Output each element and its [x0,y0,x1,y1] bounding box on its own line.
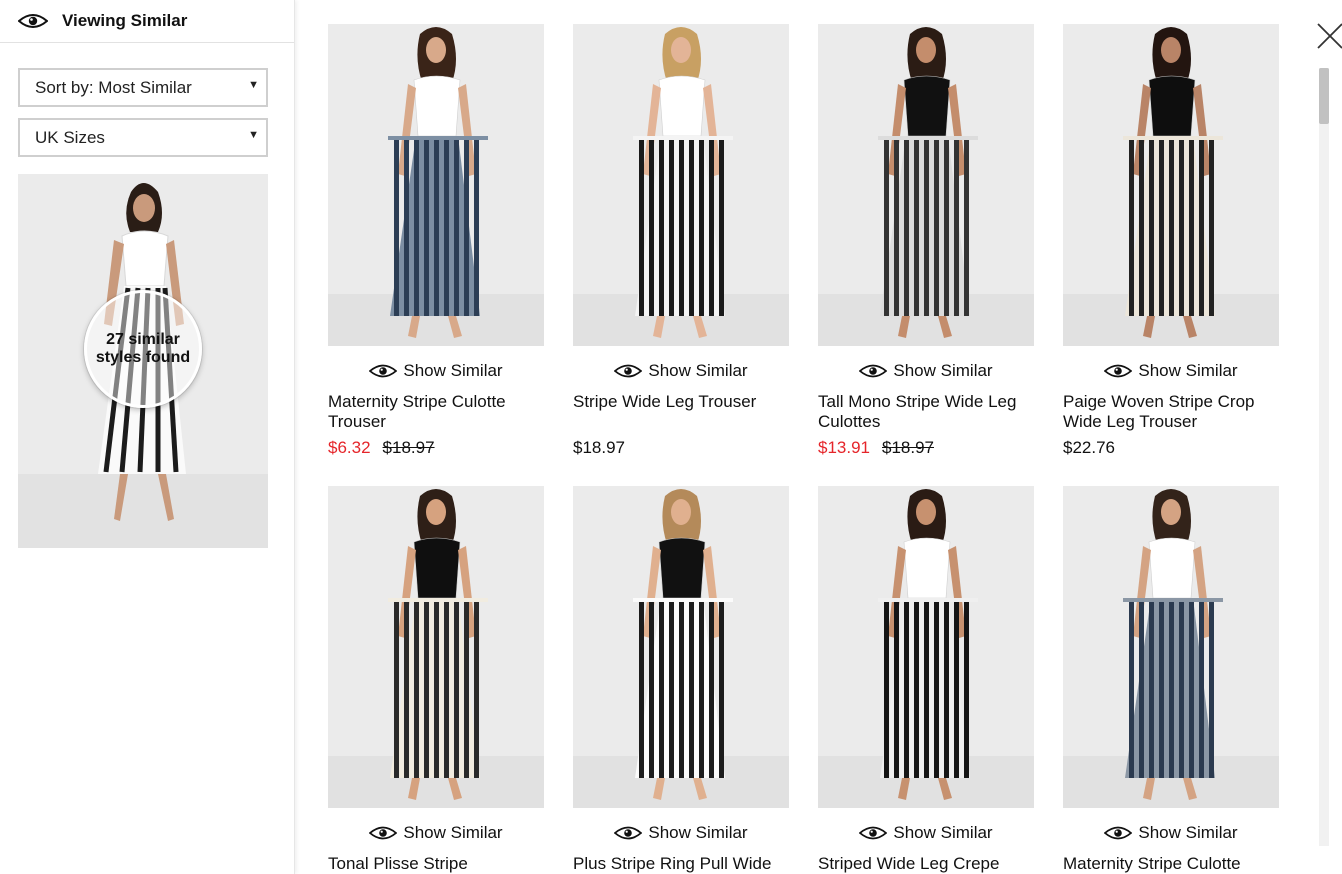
show-similar-button[interactable]: Show Similar [818,346,1034,392]
product-card[interactable]: Show Similar Plus Stripe Ring Pull Wide [573,486,789,874]
show-similar-button[interactable]: Show Similar [1063,808,1279,854]
show-similar-label: Show Similar [1138,361,1238,380]
product-card[interactable]: Show Similar Striped Wide Leg Crepe [818,486,1034,874]
show-similar-button[interactable]: Show Similar [818,808,1034,854]
close-icon[interactable] [1308,18,1342,52]
scrollbar[interactable] [1319,68,1329,846]
eye-icon [859,826,888,840]
badge-line-2: styles found [95,349,191,366]
price-row: $18.97 [573,438,789,458]
product-name[interactable]: Plus Stripe Ring Pull Wide [573,854,789,874]
show-similar-button[interactable]: Show Similar [328,808,544,854]
product-card[interactable]: Show Similar Maternity Stripe Culotte Tr… [328,24,544,458]
sort-select[interactable]: Sort by: Most Similar ▼ [18,68,268,107]
product-name[interactable]: Tonal Plisse Stripe [328,854,544,874]
price: $18.97 [573,438,625,457]
product-name[interactable]: Stripe Wide Leg Trouser [573,392,789,432]
sale-price: $6.32 [328,438,371,457]
product-card[interactable]: Show Similar Paige Woven Stripe Crop Wid… [1063,24,1279,458]
product-image[interactable] [1063,24,1279,346]
product-image[interactable] [573,486,789,808]
product-image[interactable] [818,24,1034,346]
chevron-down-icon: ▼ [248,79,259,91]
price: $22.76 [1063,438,1115,457]
product-name[interactable]: Maternity Stripe Culotte [1063,854,1279,874]
show-similar-button[interactable]: Show Similar [573,346,789,392]
eye-icon [369,364,398,378]
product-card[interactable]: Show Similar Stripe Wide Leg Trouser $18… [573,24,789,458]
eye-icon [1104,364,1133,378]
show-similar-label: Show Similar [403,361,503,380]
show-similar-label: Show Similar [403,823,503,842]
show-similar-label: Show Similar [893,361,993,380]
size-select-value: UK Sizes [35,127,105,147]
show-similar-button[interactable]: Show Similar [573,808,789,854]
eye-icon [369,826,398,840]
product-card[interactable]: Show Similar Tonal Plisse Stripe [328,486,544,874]
chevron-down-icon: ▼ [248,129,259,141]
product-name[interactable]: Striped Wide Leg Crepe [818,854,1034,874]
product-image[interactable] [328,486,544,808]
product-image[interactable] [328,24,544,346]
product-card[interactable]: Show Similar Maternity Stripe Culotte [1063,486,1279,874]
similar-count-badge: 27 similar styles found [84,290,202,408]
panel-header: Viewing Similar [0,0,294,43]
product-image[interactable] [573,24,789,346]
show-similar-button[interactable]: Show Similar [328,346,544,392]
product-name[interactable]: Paige Woven Stripe Crop Wide Leg Trouser [1063,392,1279,432]
original-price: $18.97 [882,438,934,457]
product-name[interactable]: Tall Mono Stripe Wide Leg Culottes [818,392,1034,432]
product-image[interactable] [1063,486,1279,808]
product-card[interactable]: Show Similar Tall Mono Stripe Wide Leg C… [818,24,1034,458]
badge-line-1: 27 similar [106,331,180,348]
eye-icon [614,364,643,378]
scroll-thumb[interactable] [1319,68,1329,124]
source-product-image: 27 similar styles found [18,174,268,548]
sale-price: $13.91 [818,438,870,457]
price-row: $13.91 $18.97 [818,438,1034,458]
price-row: $22.76 [1063,438,1279,458]
eye-icon [614,826,643,840]
eye-icon [1104,826,1133,840]
eye-icon [18,14,48,28]
sort-select-value: Sort by: Most Similar [35,77,192,97]
show-similar-label: Show Similar [1138,823,1238,842]
product-image[interactable] [818,486,1034,808]
show-similar-label: Show Similar [893,823,993,842]
price-row: $6.32 $18.97 [328,438,544,458]
show-similar-label: Show Similar [648,361,748,380]
show-similar-label: Show Similar [648,823,748,842]
product-name[interactable]: Maternity Stripe Culotte Trouser [328,392,544,432]
similar-panel: Viewing Similar Sort by: Most Similar ▼ … [0,0,295,874]
show-similar-button[interactable]: Show Similar [1063,346,1279,392]
size-select[interactable]: UK Sizes ▼ [18,118,268,157]
panel-title: Viewing Similar [62,11,188,30]
eye-icon [859,364,888,378]
original-price: $18.97 [382,438,435,457]
